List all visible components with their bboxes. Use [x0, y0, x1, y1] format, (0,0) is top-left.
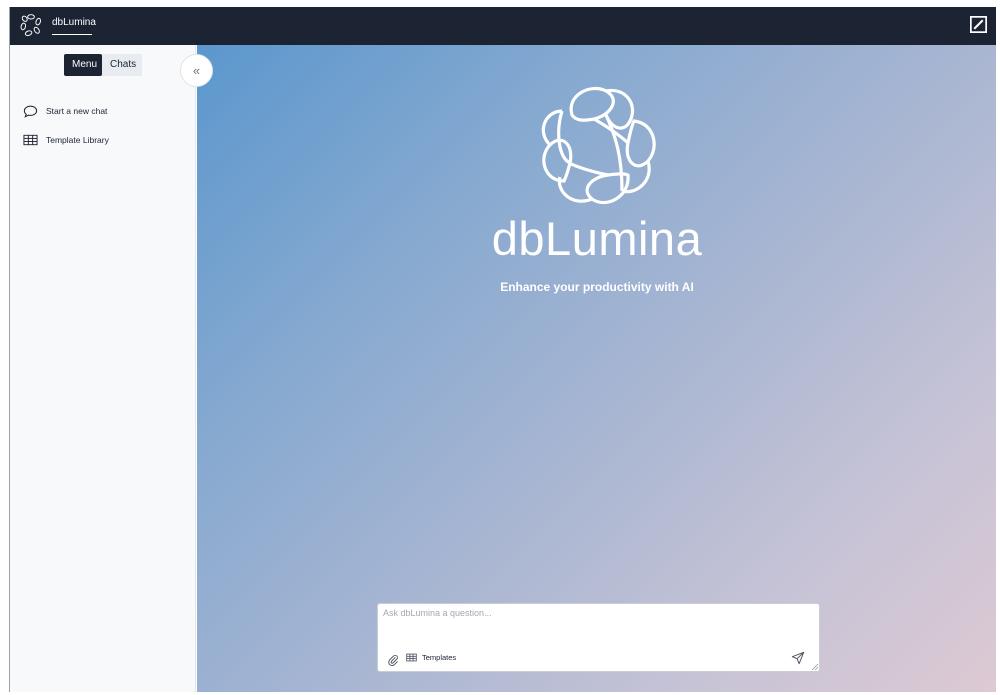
collapse-sidebar-button[interactable]: « — [180, 54, 213, 87]
resize-handle-icon[interactable] — [812, 664, 818, 670]
app-name[interactable]: dbLumina — [52, 17, 96, 35]
templates-label: Templates — [422, 653, 457, 662]
sidebar-tab-switch: Menu Chats — [64, 54, 142, 76]
app-window: dbLumina Menu Chats Start a new chat Tem… — [9, 7, 996, 692]
double-chevron-left-icon: « — [192, 63, 201, 78]
templates-button[interactable]: Templates — [406, 653, 456, 662]
hero-subtitle: Enhance your productivity with AI — [500, 280, 694, 294]
question-input[interactable] — [378, 604, 819, 650]
sidebar-item-label: Start a new chat — [46, 106, 108, 116]
top-bar: dbLumina — [10, 7, 996, 45]
tab-chats[interactable]: Chats — [102, 54, 142, 76]
tab-menu[interactable]: Menu — [64, 54, 102, 76]
deutsche-bank-logo-icon[interactable] — [970, 16, 987, 33]
sidebar-item-new-chat[interactable]: Start a new chat — [22, 104, 107, 118]
hero-title: dbLumina — [491, 212, 703, 265]
sidebar: Menu Chats Start a new chat Template Lib… — [10, 45, 196, 692]
main-panel: dbLumina Enhance your productivity with … — [197, 45, 996, 692]
table-grid-icon — [22, 133, 38, 147]
lumina-hero-logo-icon — [541, 86, 656, 205]
paperclip-icon[interactable] — [387, 654, 399, 666]
chat-composer: Templates — [377, 603, 820, 672]
lumina-logo-icon[interactable] — [19, 13, 43, 37]
chat-bubble-icon — [22, 104, 38, 118]
table-grid-icon — [406, 653, 417, 662]
sidebar-item-label: Template Library — [46, 135, 109, 145]
sidebar-item-template-library[interactable]: Template Library — [22, 133, 109, 147]
send-icon[interactable] — [791, 651, 805, 665]
